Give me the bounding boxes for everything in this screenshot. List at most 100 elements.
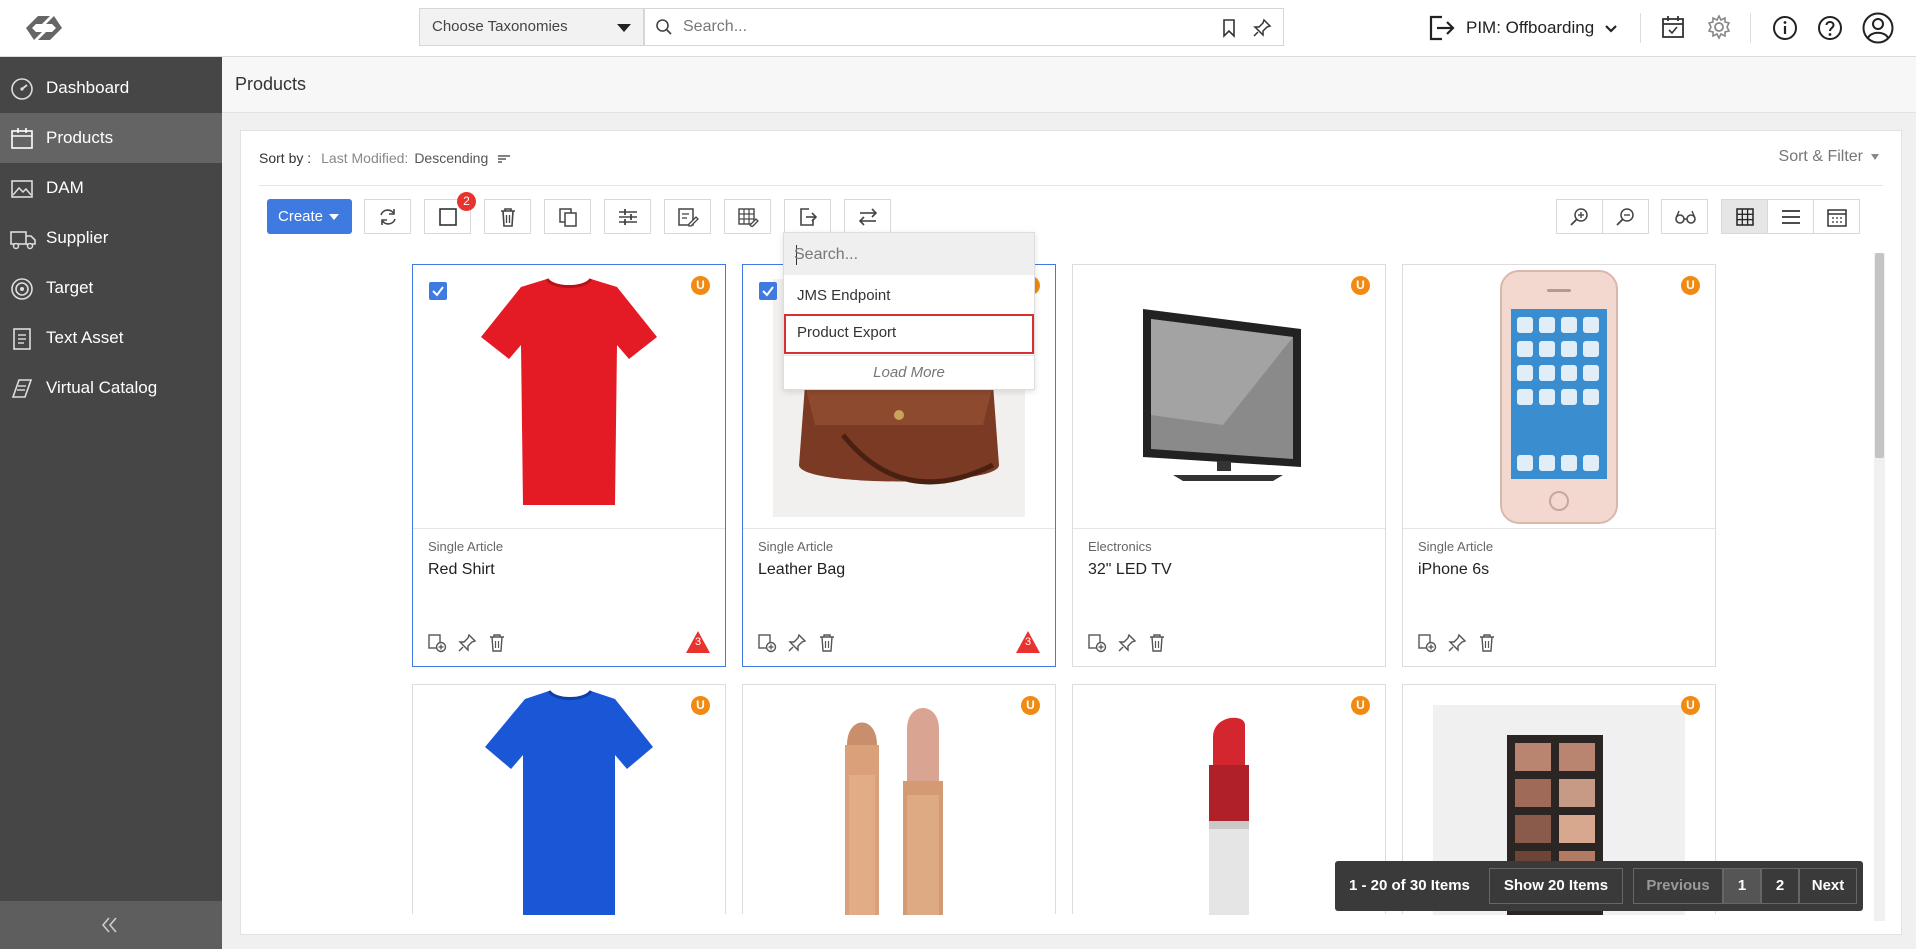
dropdown-item-product-export[interactable]: Product Export	[784, 314, 1034, 354]
sidebar-item-label: DAM	[46, 178, 84, 197]
product-card[interactable]: U	[412, 684, 726, 915]
transfer-button[interactable]	[844, 199, 891, 234]
scrollbar[interactable]	[1874, 253, 1885, 921]
search-input[interactable]	[683, 15, 1203, 39]
warning-badge[interactable]: 3	[685, 630, 711, 654]
divider	[1640, 13, 1641, 43]
trash-icon[interactable]	[817, 633, 837, 653]
gear-icon[interactable]	[1706, 14, 1732, 40]
zoom-in-button[interactable]	[1556, 199, 1603, 234]
pin-icon[interactable]	[1447, 633, 1467, 653]
list-view-button[interactable]	[1767, 199, 1814, 234]
product-type: Electronics	[1088, 539, 1152, 554]
product-card[interactable]: U Single Article Red Shirt 3	[412, 264, 726, 667]
edit-list-button[interactable]	[664, 199, 711, 234]
check-icon	[762, 286, 774, 297]
sidebar-item-dam[interactable]: DAM	[0, 163, 222, 213]
load-more-button[interactable]: Load More	[784, 355, 1034, 389]
create-button-label: Create	[278, 208, 324, 225]
select-all-button[interactable]: 2	[424, 192, 476, 234]
edit-table-button[interactable]	[724, 199, 771, 234]
target-icon	[10, 277, 34, 301]
top-bar: Choose Taxonomies PIM: Offboarding	[0, 0, 1916, 57]
sliders-icon	[619, 209, 637, 225]
user-avatar-icon[interactable]	[1862, 12, 1894, 44]
catalog-icon	[10, 377, 34, 401]
sidebar-item-text-asset[interactable]: Text Asset	[0, 313, 222, 363]
warning-badge[interactable]: 3	[1015, 630, 1041, 654]
export-icon	[800, 208, 818, 226]
duplicate-button[interactable]	[544, 199, 591, 234]
page-button-1[interactable]: 1	[1723, 868, 1761, 904]
product-image	[413, 265, 725, 529]
sidebar-item-virtual-catalog[interactable]: Virtual Catalog	[0, 363, 222, 413]
pin-icon[interactable]	[457, 633, 477, 653]
scrollbar-thumb[interactable]	[1875, 253, 1884, 458]
taxonomy-select-label: Choose Taxonomies	[432, 18, 568, 35]
pin-icon[interactable]	[1117, 633, 1137, 653]
product-name: iPhone 6s	[1418, 561, 1490, 578]
grid-view-button[interactable]	[1721, 199, 1768, 234]
trash-icon[interactable]	[1477, 633, 1497, 653]
trash-icon[interactable]	[487, 633, 507, 653]
sidebar-collapse-button[interactable]	[0, 901, 222, 949]
dropdown-search-input[interactable]	[794, 243, 1024, 267]
sort-row: Sort by : Last Modified: Descending Sort &…	[241, 131, 1901, 185]
bookmark-icon[interactable]	[1220, 18, 1238, 38]
product-card[interactable]: U Electronics 32" LED TV	[1072, 264, 1386, 667]
status-badge: U	[1351, 276, 1370, 295]
sidebar-item-label: Dashboard	[46, 78, 130, 97]
trash-icon[interactable]	[1147, 633, 1167, 653]
delete-button[interactable]	[484, 199, 531, 234]
refresh-icon	[380, 209, 396, 225]
products-icon	[10, 127, 34, 151]
refresh-button[interactable]	[364, 199, 411, 234]
sort-filter-toggle[interactable]: Sort & Filter	[1779, 148, 1879, 166]
double-chevron-left-icon	[100, 916, 120, 934]
add-to-collection-icon[interactable]	[1417, 633, 1437, 653]
check-icon	[432, 286, 444, 297]
search-icon	[655, 18, 673, 36]
product-card[interactable]: U	[742, 684, 1056, 915]
truck-icon	[10, 227, 36, 251]
sidebar-item-dashboard[interactable]: Dashboard	[0, 63, 222, 113]
add-to-collection-icon[interactable]	[427, 633, 447, 653]
preview-button[interactable]	[1661, 199, 1708, 234]
export-button[interactable]	[784, 199, 831, 234]
add-to-collection-icon[interactable]	[1087, 633, 1107, 653]
add-to-collection-icon[interactable]	[757, 633, 777, 653]
dropdown-item-jms-endpoint[interactable]: JMS Endpoint	[784, 277, 1034, 315]
page-size-select[interactable]: Show 20 Items	[1489, 868, 1623, 904]
compare-button[interactable]	[604, 199, 651, 234]
product-name: Red Shirt	[428, 561, 495, 578]
calendar-check-icon[interactable]	[1661, 15, 1685, 39]
copy-icon	[559, 208, 577, 227]
workflow-label: PIM: Offboarding	[1466, 18, 1595, 37]
previous-page-button[interactable]: Previous	[1633, 868, 1723, 904]
create-button[interactable]: Create	[267, 199, 352, 234]
sort-by[interactable]: Sort by : Last Modified: Descending	[259, 150, 511, 166]
product-card[interactable]: U Single Article iPhone 6s	[1402, 264, 1716, 667]
app-logo[interactable]	[20, 8, 68, 48]
divider	[1750, 13, 1751, 43]
zoom-out-button[interactable]	[1602, 199, 1649, 234]
sidebar-item-target[interactable]: Target	[0, 263, 222, 313]
item-range: 1 - 20 of 30 Items	[1349, 877, 1470, 894]
select-checkbox[interactable]	[759, 282, 777, 300]
taxonomy-select[interactable]: Choose Taxonomies	[419, 8, 644, 46]
sidebar-item-supplier[interactable]: Supplier	[0, 213, 222, 263]
status-badge: U	[1021, 696, 1040, 715]
dashboard-icon	[10, 77, 34, 101]
help-icon[interactable]	[1817, 15, 1843, 41]
page-button-2[interactable]: 2	[1761, 868, 1799, 904]
calendar-view-button[interactable]	[1813, 199, 1860, 234]
next-page-button[interactable]: Next	[1799, 868, 1857, 904]
sidebar-item-products[interactable]: Products	[0, 113, 222, 163]
image-icon	[10, 177, 34, 201]
grid-icon	[1736, 208, 1754, 226]
product-type: Single Article	[1418, 539, 1494, 554]
pin-icon[interactable]	[787, 633, 807, 653]
pin-icon[interactable]	[1252, 18, 1272, 38]
select-checkbox[interactable]	[429, 282, 447, 300]
info-icon[interactable]	[1772, 15, 1798, 41]
